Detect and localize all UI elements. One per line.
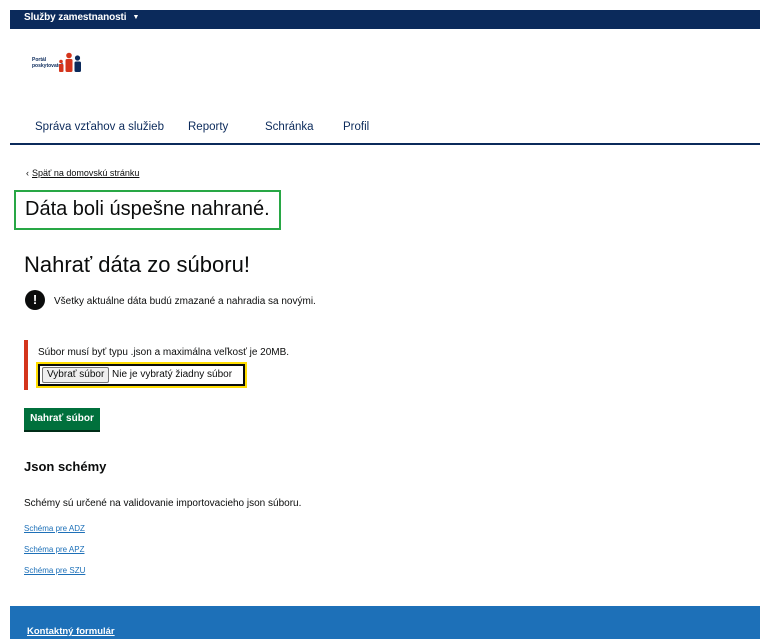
warning-icon: ! — [25, 290, 45, 310]
schema-link-adz[interactable]: Schéma pre ADZ — [24, 524, 85, 533]
file-upload-group: Súbor musí byť typu .json a maximálna ve… — [24, 340, 324, 390]
schema-link-apz[interactable]: Schéma pre APZ — [24, 545, 84, 554]
services-menu-label: Služby zamestnanosti — [24, 12, 127, 23]
nav-item-relationships[interactable]: Správa vzťahov a služieb — [35, 121, 164, 133]
schema-link-szu[interactable]: Schéma pre SZU — [24, 566, 85, 575]
file-status: Nie je vybratý žiadny súbor — [112, 369, 233, 380]
schemas-heading: Json schémy — [24, 459, 107, 474]
page-title: Nahrať dáta zo súboru! — [24, 252, 250, 277]
upload-submit-button[interactable]: Nahrať súbor — [24, 408, 100, 430]
nav-item-reports[interactable]: Reporty — [188, 121, 228, 133]
portal-logo[interactable]: Portál poskytovateľ — [32, 52, 112, 74]
file-hint: Súbor musí byť typu .json a maximálna ve… — [38, 347, 290, 358]
file-input[interactable]: Vybrať súbor Nie je vybratý žiadny súbor — [36, 362, 247, 388]
chevron-left-icon: ‹ — [26, 168, 29, 178]
schemas-description: Schémy sú určené na validovanie importov… — [24, 498, 302, 509]
success-message: Dáta boli úspešne nahrané. — [25, 198, 270, 220]
main-nav: Správa vzťahov a služieb Reporty Schránk… — [10, 115, 760, 145]
back-link-label: Späť na domovskú stránku — [32, 168, 140, 178]
back-link[interactable]: ‹ Späť na domovskú stránku — [26, 168, 139, 178]
caret-down-icon: ▼ — [132, 14, 140, 21]
contact-form-link[interactable]: Kontaktný formulár — [27, 626, 115, 637]
nav-item-inbox[interactable]: Schránka — [265, 121, 314, 133]
nav-item-profile[interactable]: Profil — [343, 121, 369, 133]
people-icon — [59, 52, 81, 72]
choose-file-button[interactable]: Vybrať súbor — [42, 367, 110, 383]
footer: Kontaktný formulár — [10, 606, 760, 639]
warning-text: Všetky aktuálne dáta budú zmazané a nahr… — [54, 296, 316, 307]
success-panel: Dáta boli úspešne nahrané. — [14, 190, 281, 230]
services-menu-toggle[interactable]: Služby zamestnanosti ▼ — [24, 12, 139, 23]
top-bar: Služby zamestnanosti ▼ — [10, 10, 760, 29]
